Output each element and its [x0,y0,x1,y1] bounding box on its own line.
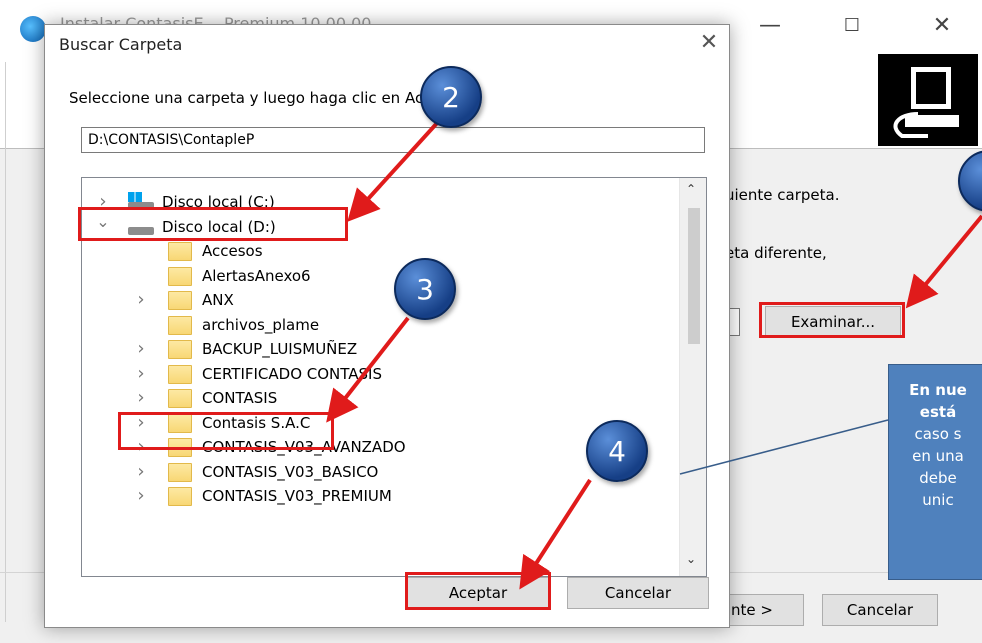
folder-icon [168,487,192,506]
folder-icon [168,340,192,359]
step-3-badge: 3 [394,258,456,320]
callout-line: caso s [914,425,962,443]
tree-item-label: AlertasAnexo6 [202,266,311,285]
minimize-button[interactable]: — [740,10,800,42]
dialog-cancel-button[interactable]: Cancelar [567,577,709,609]
tree-item[interactable]: › CERTIFICADO CONTASIS [82,363,678,385]
tree-scrollbar[interactable]: ⌃ ⌄ [679,178,706,576]
windows-logo-icon [128,192,142,202]
highlight-drive-d [78,207,348,241]
installer-cancel-button[interactable]: Cancelar [822,594,938,626]
installer-instruction-1: uiente carpeta. [725,186,840,204]
chevron-right-icon[interactable]: › [134,338,148,360]
tree-item-label: ANX [202,291,234,309]
browse-folder-dialog: Buscar Carpeta ✕ Seleccione una carpeta … [44,24,730,628]
maximize-button[interactable]: ☐ [822,10,882,42]
step-2-badge: 2 [420,66,482,128]
folder-icon [168,266,192,286]
folder-icon [168,462,192,482]
folder-icon [168,291,192,310]
callout-line: unic [922,491,954,509]
chevron-right-icon[interactable]: › [134,387,148,409]
callout-line: En nue [909,381,967,399]
tree-item[interactable]: › CONTASIS [82,387,678,409]
tree-item[interactable]: › ANX [82,289,678,311]
tree-item-label: CONTASIS [202,389,278,407]
chevron-right-icon[interactable]: › [134,289,148,311]
folder-icon [168,242,192,261]
tree-item-label: BACKUP_LUISMUÑEZ [202,340,358,358]
highlight-contasis-folder [118,412,334,450]
chevron-right-icon[interactable]: › [134,485,148,507]
folder-icon [168,389,192,408]
tree-item-label: Accesos [202,242,263,260]
tree-item-label: CONTASIS_V03_BASICO [202,462,379,481]
tree-item[interactable]: archivos_plame [82,314,678,336]
scroll-thumb[interactable] [688,208,700,344]
installer-left-border [5,62,6,622]
scroll-up-icon[interactable]: ⌃ [686,182,696,196]
dialog-prompt: Seleccione una carpeta y luego haga clic… [69,89,467,107]
tree-item[interactable]: Accesos [82,240,678,262]
tutorial-callout: En nue está caso s en una debe unic [888,364,982,580]
highlight-accept-button [405,572,551,610]
installer-instruction-2: eta diferente, [725,244,827,262]
installer-computer-logo-icon [878,54,978,146]
installer-app-icon [20,16,46,42]
scroll-down-icon[interactable]: ⌄ [686,552,696,566]
tree-item-label: CERTIFICADO CONTASIS [202,364,383,383]
close-window-button[interactable]: ✕ [912,10,972,42]
callout-line: está [919,403,957,421]
chevron-right-icon[interactable]: › [134,363,148,385]
chevron-right-icon[interactable]: › [134,461,148,483]
dialog-close-icon[interactable]: ✕ [695,29,723,57]
tree-item[interactable]: › BACKUP_LUISMUÑEZ [82,338,678,360]
folder-icon [168,315,192,335]
tree-item-label: CONTASIS_V03_PREMIUM [202,487,392,505]
dialog-title: Buscar Carpeta [59,35,183,54]
callout-line: en una [912,447,964,465]
tree-item[interactable]: › CONTASIS_V03_PREMIUM [82,485,678,507]
folder-path-input[interactable] [81,127,705,153]
tree-item[interactable]: AlertasAnexo6 [82,265,678,287]
tree-item-label: archivos_plame [202,315,320,334]
highlight-browse-button [759,302,905,338]
callout-line: debe [919,469,957,487]
folder-icon [168,364,192,384]
step-4-badge: 4 [586,420,648,482]
